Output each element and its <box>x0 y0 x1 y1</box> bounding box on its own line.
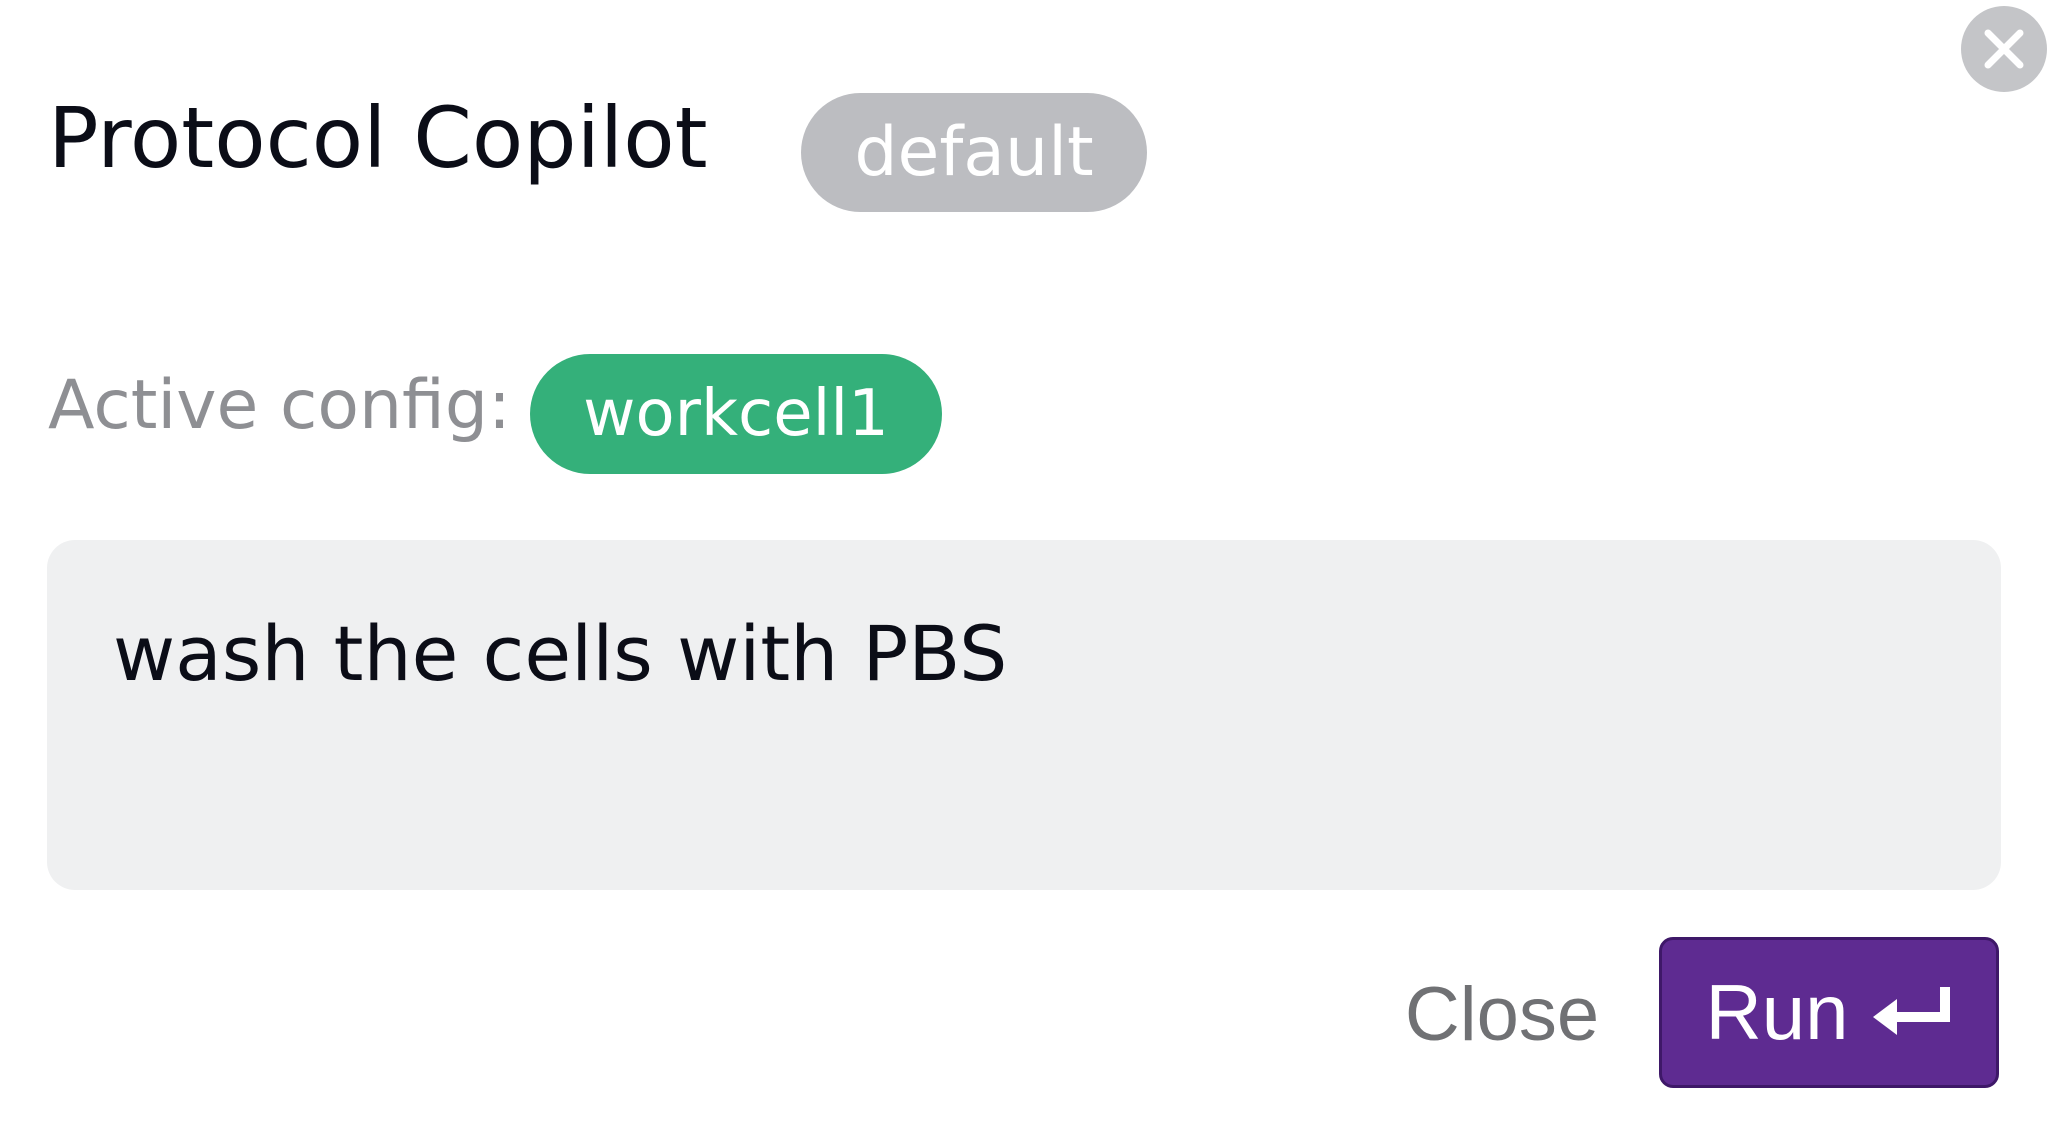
dialog-close-button[interactable] <box>1961 6 2047 92</box>
active-config-label: Active config: <box>48 366 511 445</box>
close-icon <box>1984 29 2024 69</box>
close-button[interactable]: Close <box>1380 964 1624 1064</box>
protocol-copilot-dialog: Protocol Copilot default Active config: … <box>0 0 2048 1133</box>
default-badge: default <box>801 93 1147 212</box>
run-button-label: Run <box>1705 968 1849 1056</box>
enter-return-icon <box>1872 986 1950 1035</box>
run-button[interactable]: Run <box>1659 937 1999 1088</box>
prompt-input[interactable]: wash the cells with PBS <box>47 540 2001 890</box>
dialog-title: Protocol Copilot <box>48 89 708 187</box>
active-config-badge[interactable]: workcell1 <box>530 354 942 474</box>
